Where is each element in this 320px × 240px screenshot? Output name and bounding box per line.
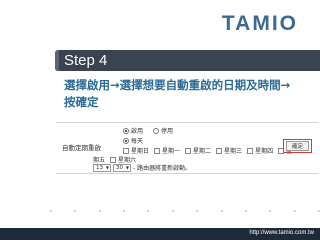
dot bbox=[196, 210, 199, 212]
minute-value: 30 bbox=[116, 164, 123, 171]
thursday-label: 星期四 bbox=[255, 148, 274, 155]
dot bbox=[147, 210, 150, 212]
dot bbox=[123, 210, 126, 212]
monday-checkbox[interactable] bbox=[154, 147, 161, 154]
monday-label: 星期一 bbox=[162, 148, 181, 155]
logo-text: TAMIO bbox=[221, 12, 298, 35]
auto-reboot-label: 自動定期重啟 bbox=[62, 144, 101, 152]
dot bbox=[220, 210, 223, 212]
daily-radio[interactable] bbox=[123, 137, 129, 144]
hour-select[interactable]: 13 ▼ bbox=[93, 163, 111, 172]
enable-row: 啟用 停用 bbox=[123, 126, 173, 135]
dot bbox=[50, 210, 52, 212]
dot bbox=[244, 210, 247, 212]
instruction-text: 選擇啟用→選擇想要自動重啟的日期及時間→按確定 bbox=[64, 78, 291, 109]
tuesday-checkbox[interactable] bbox=[185, 147, 192, 154]
tamio-logo: TAMIO bbox=[222, 13, 298, 34]
disable-radio[interactable] bbox=[153, 127, 160, 134]
minute-select[interactable]: 30 ▼ bbox=[113, 163, 131, 172]
sunday-label: 星期日 bbox=[131, 148, 150, 155]
step-title: Step 4 bbox=[64, 52, 108, 69]
sunday-checkbox[interactable] bbox=[123, 147, 129, 154]
enable-radio[interactable] bbox=[123, 127, 129, 134]
time-note: - 路由器將重新啟動。 bbox=[133, 165, 192, 172]
weekday-row: 星期日 星期一 星期二 星期三 星期四 星 bbox=[123, 146, 292, 155]
hour-dropdown-icon: ▼ bbox=[105, 165, 109, 170]
time-row: 13 ▼ 30 ▼ - 路由器將重新啟動。 bbox=[93, 163, 191, 172]
decorative-dots bbox=[50, 210, 320, 212]
dot bbox=[74, 210, 77, 212]
hour-value: 13 bbox=[96, 164, 103, 171]
wednesday-checkbox[interactable] bbox=[216, 147, 223, 154]
daily-row: 每天 bbox=[123, 136, 143, 145]
daily-radio-label: 每天 bbox=[131, 138, 144, 145]
dot bbox=[171, 210, 174, 212]
dot bbox=[98, 210, 101, 212]
saturday-checkbox[interactable] bbox=[110, 156, 117, 163]
thursday-checkbox[interactable] bbox=[247, 147, 254, 154]
wednesday-label: 星期三 bbox=[224, 148, 243, 155]
enable-radio-label: 啟用 bbox=[131, 128, 144, 135]
tuesday-label: 星期二 bbox=[193, 148, 212, 155]
footer-url: http://www.tamio.com.tw bbox=[249, 230, 314, 236]
minute-dropdown-icon: ▼ bbox=[125, 165, 129, 170]
confirm-button[interactable]: 確定 bbox=[286, 141, 309, 151]
dot bbox=[293, 210, 296, 212]
step-banner-accent bbox=[55, 50, 59, 71]
disable-radio-label: 停用 bbox=[161, 128, 174, 135]
dot bbox=[269, 210, 272, 212]
